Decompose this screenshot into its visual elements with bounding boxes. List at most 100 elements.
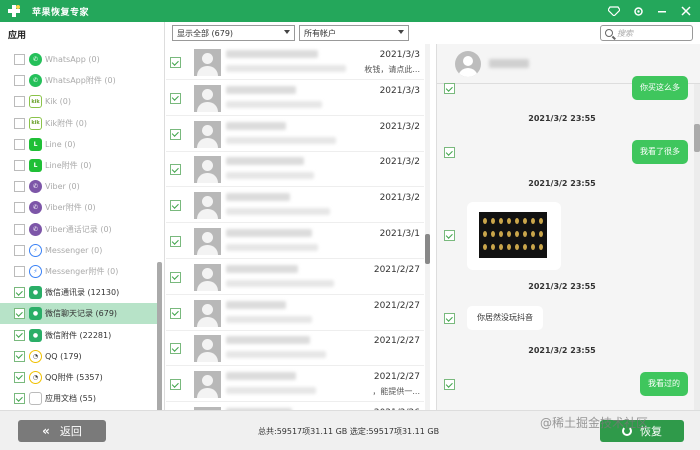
- sidebar-item[interactable]: ⚡ Messenger附件 (0): [0, 261, 158, 282]
- item-checkbox[interactable]: [14, 96, 25, 108]
- item-checkbox[interactable]: [14, 393, 25, 405]
- item-checkbox[interactable]: [14, 54, 25, 66]
- message-checkbox[interactable]: [444, 83, 455, 94]
- sidebar-item[interactable]: ⚡ Messenger (0): [0, 240, 158, 261]
- message-date: 2021/3/1: [379, 229, 420, 239]
- message-preview-blurred: [226, 279, 334, 287]
- chat-scrollbar-thumb[interactable]: [694, 124, 700, 152]
- sidebar-item[interactable]: ✆ WhatsApp附件 (0): [0, 70, 158, 91]
- sidebar-item[interactable]: ✆ Viber (0): [0, 176, 158, 197]
- message-preview-blurred: [226, 172, 314, 180]
- app-title: 苹果恢复专家: [32, 7, 90, 18]
- row-checkbox[interactable]: [170, 271, 181, 283]
- sidebar-item[interactable]: ◔ QQ附件 (5357): [0, 367, 158, 388]
- message-date: 2021/2/27: [373, 264, 420, 275]
- message-timestamp: 2021/3/2 23:55: [528, 179, 596, 188]
- sidebar-item[interactable]: ✆ Viber通话记录 (0): [0, 219, 158, 240]
- account-filter-select[interactable]: 所有帐户: [299, 25, 409, 41]
- item-checkbox[interactable]: [14, 329, 25, 341]
- sidebar-item[interactable]: ● 微信聊天记录 (679): [0, 303, 158, 325]
- back-button[interactable]: « 返回: [18, 420, 106, 442]
- row-checkbox[interactable]: [170, 379, 181, 391]
- minimize-icon[interactable]: [654, 3, 670, 19]
- app-logo-icon: [6, 3, 22, 19]
- conversation-row[interactable]: 2021/3/3: [166, 80, 424, 116]
- item-checkbox[interactable]: [14, 75, 25, 87]
- item-checkbox[interactable]: [14, 202, 25, 214]
- row-checkbox[interactable]: [170, 128, 181, 140]
- message-preview-blurred: [226, 100, 322, 108]
- message-date: 2021/2/27: [373, 300, 420, 311]
- conversation-row[interactable]: 2021/3/2: [166, 187, 424, 224]
- sidebar-scrollbar[interactable]: [157, 262, 162, 422]
- diamond-icon[interactable]: [606, 3, 622, 19]
- show-filter-value: 显示全部 (679): [177, 28, 234, 38]
- list-scrollbar-thumb[interactable]: [425, 234, 430, 264]
- sent-message-bubble: 我看过的: [640, 372, 688, 396]
- item-checkbox[interactable]: [14, 350, 25, 362]
- message-date: 2021/3/3: [379, 50, 420, 60]
- conversation-row[interactable]: 2021/3/2: [166, 116, 424, 152]
- conversation-row[interactable]: 2021/2/27: [166, 295, 424, 331]
- conversation-row[interactable]: 2021/2/27 ，能提供一...: [166, 366, 424, 403]
- contact-name-blurred: [226, 85, 296, 94]
- message-date: 2021/3/2: [379, 121, 420, 132]
- sidebar-item[interactable]: ● 微信附件 (22281): [0, 324, 158, 345]
- conversation-row[interactable]: 2021/2/27: [166, 330, 424, 367]
- search-icon: [605, 29, 613, 37]
- item-checkbox[interactable]: [14, 287, 25, 299]
- conversation-row[interactable]: 2021/2/26: [166, 402, 424, 410]
- message-timestamp: 2021/3/2 23:55: [528, 114, 596, 123]
- row-checkbox[interactable]: [170, 307, 181, 319]
- item-checkbox[interactable]: [14, 223, 25, 235]
- contact-name-blurred: [226, 264, 298, 273]
- item-checkbox[interactable]: [14, 160, 25, 172]
- sidebar-item[interactable]: kik Kik附件 (0): [0, 113, 158, 134]
- item-checkbox[interactable]: [14, 244, 25, 256]
- message-timestamp: 2021/3/2 23:55: [528, 282, 596, 291]
- qq-icon: ◔: [29, 370, 42, 384]
- sidebar-item[interactable]: ● 微信通讯录 (12130): [0, 282, 158, 303]
- filter-bar: 显示全部 (679) 所有帐户 搜索: [166, 22, 700, 44]
- list-scrollbar-track[interactable]: [425, 44, 430, 410]
- avatar: [194, 84, 221, 112]
- message-preview: 枚钱，请点此...: [364, 65, 420, 74]
- message-timestamp: 2021/3/2 23:55: [528, 346, 596, 355]
- item-checkbox[interactable]: [14, 138, 25, 150]
- item-checkbox[interactable]: [14, 117, 25, 129]
- settings-gear-icon[interactable]: [630, 3, 646, 19]
- message-preview-blurred: [226, 351, 326, 359]
- conversation-row[interactable]: 2021/2/27: [166, 259, 424, 295]
- item-checkbox[interactable]: [14, 265, 25, 277]
- item-checkbox[interactable]: [14, 181, 25, 193]
- image-message-bubble[interactable]: [467, 202, 561, 270]
- conversation-row[interactable]: 2021/3/2: [166, 151, 424, 188]
- sidebar-item[interactable]: L Line (0): [0, 134, 158, 155]
- message-checkbox[interactable]: [444, 379, 455, 390]
- sidebar-item[interactable]: L Line附件 (0): [0, 155, 158, 176]
- row-checkbox[interactable]: [170, 92, 181, 104]
- sidebar-item[interactable]: kik Kik (0): [0, 91, 158, 112]
- item-checkbox[interactable]: [14, 308, 25, 320]
- row-checkbox[interactable]: [170, 164, 181, 176]
- search-input[interactable]: 搜索: [600, 25, 693, 41]
- message-date: 2021/3/3: [379, 85, 420, 96]
- row-checkbox[interactable]: [170, 200, 181, 212]
- row-checkbox[interactable]: [170, 343, 181, 355]
- sidebar-item[interactable]: ≡ 应用文档 (55): [0, 388, 158, 409]
- message-date: 2021/2/27: [373, 372, 420, 383]
- message-checkbox[interactable]: [444, 313, 455, 324]
- sidebar-item[interactable]: ✆ Viber附件 (0): [0, 197, 158, 218]
- conversation-row[interactable]: 2021/3/3 枚钱，请点此...: [166, 44, 424, 80]
- sidebar-item[interactable]: ✆ WhatsApp (0): [0, 49, 158, 70]
- row-checkbox[interactable]: [170, 57, 181, 68]
- conversation-row[interactable]: 2021/3/1: [166, 223, 424, 259]
- close-icon[interactable]: [678, 3, 694, 19]
- item-checkbox[interactable]: [14, 371, 25, 383]
- message-checkbox[interactable]: [444, 147, 455, 158]
- conversation-list: 2021/2/262021/2/27，能提供一...2021/2/272021/…: [166, 44, 433, 410]
- show-filter-select[interactable]: 显示全部 (679): [172, 25, 295, 41]
- row-checkbox[interactable]: [170, 236, 181, 247]
- message-checkbox[interactable]: [444, 230, 455, 241]
- sidebar-item[interactable]: ◔ QQ (179): [0, 346, 158, 367]
